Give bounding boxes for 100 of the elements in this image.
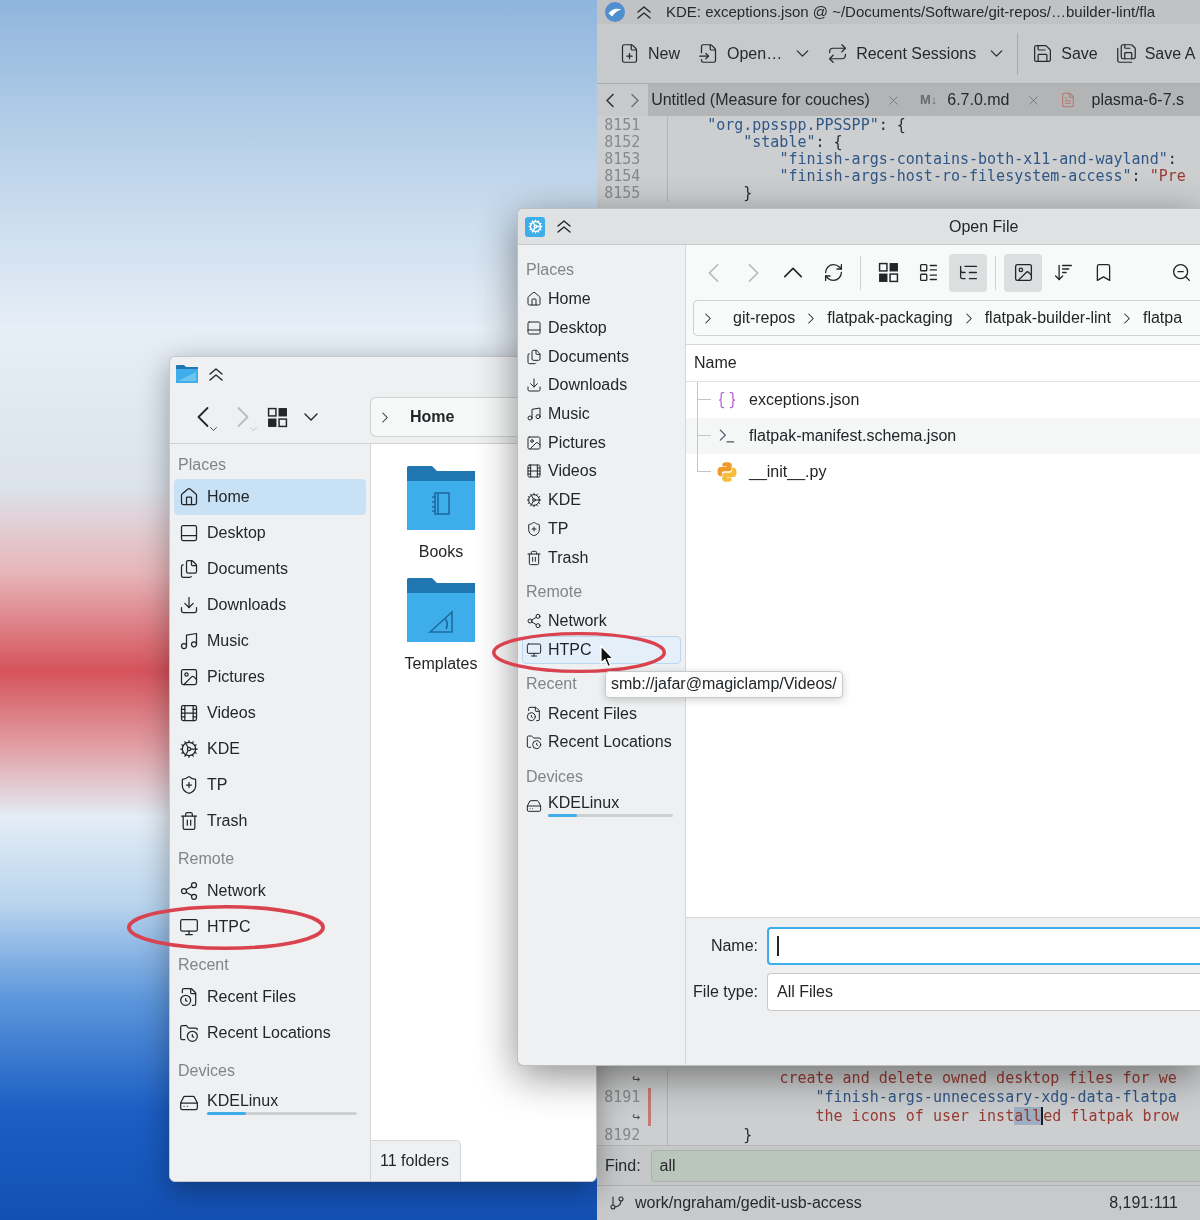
keep-above-icon [637,5,651,19]
chevron-left-icon [605,92,614,108]
sidebar-item[interactable]: Network [522,607,613,636]
desktop-icon [179,523,199,543]
sidebar-item[interactable]: KDE [174,735,247,763]
film-icon [526,463,542,480]
caret-icon [250,427,257,431]
sidebar-item[interactable]: Desktop [174,519,273,547]
sidebar-item[interactable]: KDELinux [522,792,681,820]
sidebar-item[interactable]: Downloads [522,371,634,400]
tab[interactable]: M↓ 6.7.0.md [916,84,1057,116]
tree-view-button[interactable] [949,253,987,292]
sidebar-item[interactable]: KDELinux [174,1089,366,1117]
download-icon [526,377,542,394]
chevron-right-icon [382,411,388,423]
save-as-button[interactable]: Save A [1111,35,1200,72]
line-number: 8191 [604,1088,641,1107]
open-button[interactable]: Open… [694,35,814,72]
gear-icon [179,739,199,759]
download-icon [179,595,199,615]
sidebar-item[interactable]: Pictures [174,663,272,691]
caret-icon [990,50,1004,57]
file-type-label: File type: [693,982,758,1002]
network-icon [526,613,542,630]
folder-item[interactable]: Templates [386,578,496,676]
breadcrumb-item[interactable]: git-repos [733,306,796,330]
code-line: "finish-args-contains-both-x11-and-wayland": [779,151,1177,168]
shield-icon [526,520,542,537]
drive-icon [179,1093,199,1113]
wrap-marker: ↪ [632,1070,641,1088]
line-number: 8151 [604,117,641,134]
keep-above-icon [209,367,223,381]
logo-icon [605,2,625,22]
folder-item[interactable]: Books [386,466,496,564]
documents-icon [179,559,199,579]
sidebar-item[interactable]: Documents [522,342,635,371]
wrap-marker: ↪ [632,1108,641,1126]
find-field[interactable]: all [650,1149,1200,1182]
monitor-icon [526,641,542,658]
sidebar-item[interactable]: Recent Locations [174,1019,338,1047]
home-icon [526,291,542,308]
picture-icon [179,667,199,687]
sidebar-item[interactable]: Home [174,479,366,515]
sidebar-item[interactable]: Trash [522,543,595,572]
sidebar-item[interactable]: Trash [174,807,255,835]
sidebar-item[interactable]: Desktop [522,314,613,343]
file-row[interactable]: flatpak-manifest.schema.json [686,418,1200,454]
section-header: Remote [526,581,583,602]
column-header: Name [694,353,737,373]
section-header: Recent [526,674,577,695]
breadcrumb-item[interactable]: Home [410,405,455,429]
preview-button[interactable] [1004,253,1042,292]
section-header: Devices [526,766,583,787]
shield-icon [179,775,199,795]
sidebar-item[interactable]: Network [174,877,273,905]
tab[interactable]: Untitled (Measure for couches) [648,84,917,116]
sidebar-item[interactable]: Documents [174,555,295,583]
chevron-right-icon [705,312,711,324]
drive-icon [526,797,542,814]
folder-icon [407,466,475,530]
branch-name: work/ngraham/gedit-usb-access [635,1193,862,1213]
breadcrumb-item[interactable]: flatpak-packaging [827,306,953,330]
sidebar-item[interactable]: Pictures [522,428,612,457]
line-number: 8153 [604,151,641,168]
sidebar-item[interactable]: Music [174,627,256,655]
file-row[interactable]: __init__.py [686,454,1200,490]
keep-above-icon [557,220,571,233]
sidebar-item[interactable]: Recent Files [174,983,303,1011]
network-icon [179,881,199,901]
sidebar-item[interactable]: Downloads [174,591,294,619]
recent-sessions-button[interactable]: Recent Sessions [823,35,1008,72]
name-field[interactable] [767,927,1200,965]
gear-icon [525,216,545,237]
music-note-icon [526,406,542,423]
sidebar-item[interactable]: TP [522,514,575,543]
window-title: Open File [949,216,1019,237]
breadcrumb-item[interactable]: flatpa [1142,306,1183,330]
new-button[interactable]: New [615,35,684,72]
line-number: 8155 [604,185,641,202]
swap-arrows-icon [827,43,849,64]
sidebar-item[interactable]: Videos [174,699,263,727]
sidebar-item[interactable]: TP [174,771,235,799]
sidebar-item[interactable]: Music [522,400,596,429]
trash-icon [179,811,199,831]
save-button[interactable]: Save [1028,35,1102,72]
sidebar-item[interactable]: Recent Locations [522,728,678,757]
file-type-select[interactable]: All Files [767,973,1200,1011]
new-file-icon [619,43,640,64]
code-line: "finish-args-unnecessary-xdg-data-flatpa [815,1088,1177,1107]
breadcrumb-item[interactable]: flatpak-builder-lint [984,306,1111,330]
line-number: 8154 [604,168,641,185]
sidebar-item[interactable]: Home [522,285,597,314]
chevron-right-icon [808,312,815,324]
section-header: Recent [178,955,229,975]
sidebar-item[interactable]: KDE [522,486,587,515]
tab[interactable]: plasma-6-7.s [1056,84,1200,116]
sidebar-item[interactable]: Recent Files [522,699,643,728]
sidebar-item[interactable]: Videos [522,457,603,486]
save-as-icon [1115,43,1137,64]
music-note-icon [179,631,199,651]
